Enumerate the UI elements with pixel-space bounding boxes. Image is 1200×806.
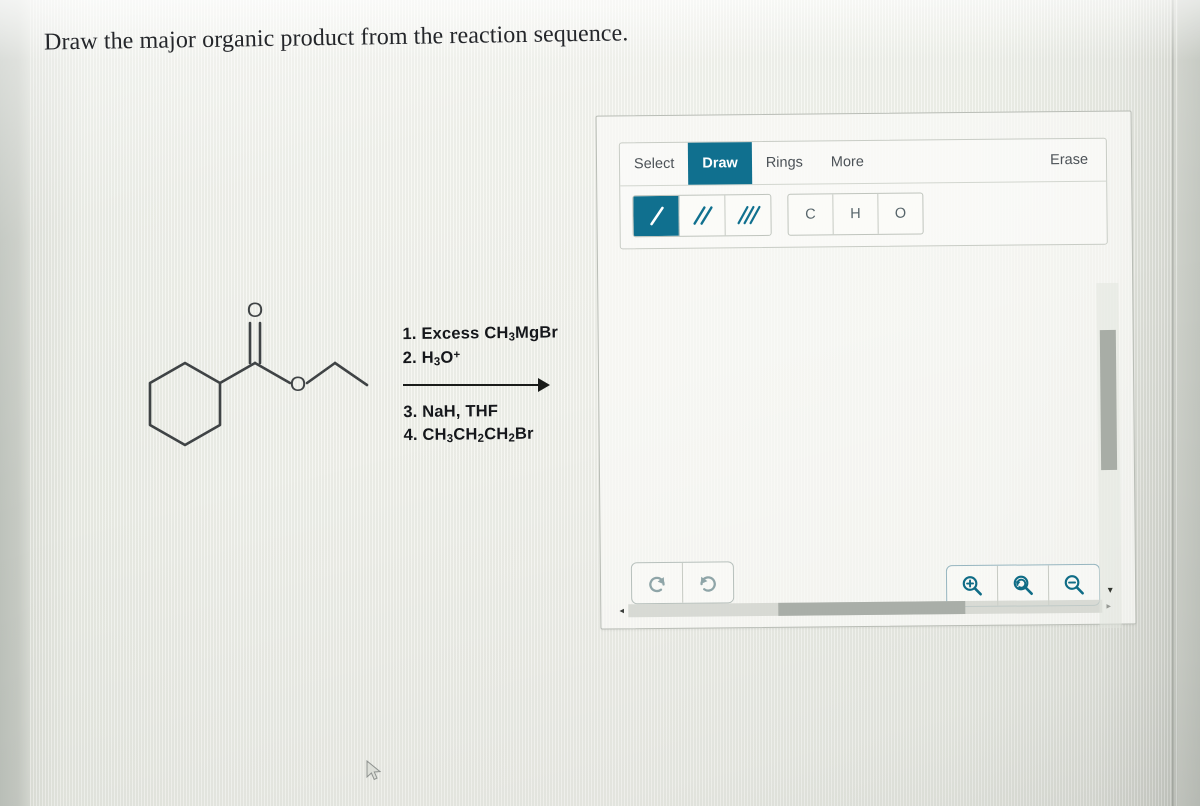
element-tool-group: C H O xyxy=(787,192,924,236)
reaction-conditions: 1. Excess CH3MgBr 2. H3O+ 3. NaH, THF 4.… xyxy=(402,321,613,448)
erase-button[interactable]: Erase xyxy=(1032,139,1106,182)
page-vertical-scrollbar[interactable]: ▾ xyxy=(1096,282,1122,629)
element-button-hydrogen[interactable]: H xyxy=(833,193,879,235)
history-button-group: Undo Redo xyxy=(630,561,735,605)
tab-more[interactable]: More xyxy=(817,141,878,184)
triple-bond-icon xyxy=(736,205,761,225)
undo-icon xyxy=(649,576,665,593)
editor-toolbar: Select Draw Rings More Erase Single bond… xyxy=(618,137,1108,250)
tab-select[interactable]: Select xyxy=(620,143,689,186)
scroll-down-arrow-icon[interactable]: ▾ xyxy=(1104,585,1116,596)
redo-icon xyxy=(700,576,716,592)
double-bond-icon xyxy=(692,206,713,225)
zoom-out-icon xyxy=(1064,575,1084,595)
condition-step-4: 4. CH3CH2CH2Br xyxy=(403,424,534,446)
condition-step-1: 1. Excess CH3MgBr xyxy=(402,323,559,344)
vertical-scroll-thumb[interactable] xyxy=(1099,329,1118,471)
molecule-editor-panel: Select Draw Rings More Erase Single bond… xyxy=(595,110,1137,630)
condition-step-3: 3. NaH, THF xyxy=(403,401,499,421)
zoom-reset-icon xyxy=(1013,575,1033,596)
conditions-below-arrow: 3. NaH, THF 4. CH3CH2CH2Br xyxy=(403,399,613,448)
tab-draw[interactable]: Draw xyxy=(688,142,752,185)
redo-button[interactable]: Redo xyxy=(683,562,733,602)
element-button-oxygen[interactable]: O xyxy=(878,193,922,233)
horizontal-scroll-thumb[interactable] xyxy=(778,601,966,616)
bond-tool-group: Single bond Double bond Triple bond xyxy=(632,193,772,238)
carbonyl-oxygen-label: O xyxy=(247,299,263,322)
conditions-above-arrow: 1. Excess CH3MgBr 2. H3O+ xyxy=(402,321,612,371)
single-bond-tool[interactable]: Single bond xyxy=(633,195,680,237)
ester-oxygen-label: O xyxy=(290,373,306,396)
scroll-left-arrow-icon[interactable]: ◂ xyxy=(615,605,628,615)
editor-tab-bar: Select Draw Rings More Erase xyxy=(619,138,1107,187)
editor-tool-row: Single bond Double bond Triple bond xyxy=(620,182,1107,249)
zoom-in-icon xyxy=(962,576,982,596)
history-controls: Undo Redo xyxy=(630,561,735,605)
tab-rings[interactable]: Rings xyxy=(752,141,817,184)
single-bond-icon xyxy=(649,206,664,226)
triple-bond-tool[interactable]: Triple bond xyxy=(725,195,770,235)
reactant-structure xyxy=(148,321,369,447)
undo-button[interactable]: Undo xyxy=(631,562,684,604)
horizontal-scroll-track[interactable] xyxy=(628,599,1103,618)
drawing-canvas[interactable] xyxy=(620,262,1109,577)
double-bond-tool[interactable]: Double bond xyxy=(679,195,726,236)
condition-step-2: 2. H3O+ xyxy=(402,348,461,369)
element-button-carbon[interactable]: C xyxy=(788,194,834,235)
